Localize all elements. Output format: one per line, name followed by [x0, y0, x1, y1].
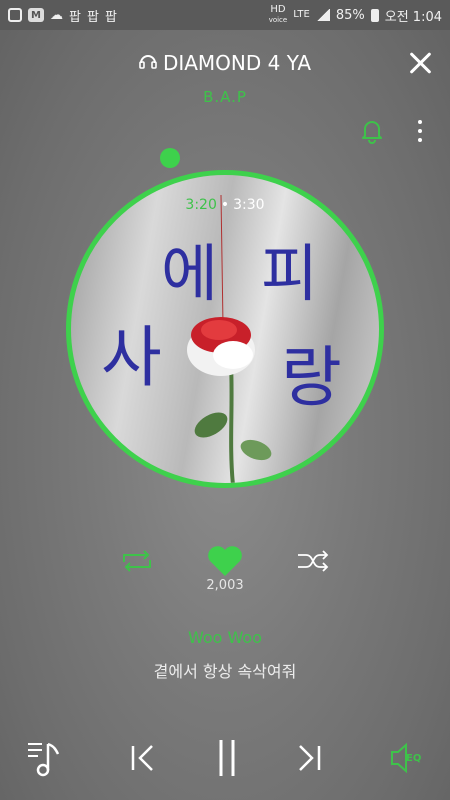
status-bar-right: HD voice LTE 85% 오전 1:04: [269, 5, 442, 25]
equalizer-button[interactable]: EQ: [386, 736, 430, 780]
battery-icon: [370, 8, 379, 22]
album-art[interactable]: 에 피 사 랑: [66, 170, 384, 488]
more-icon-dot: [418, 128, 422, 133]
lyric-next-line[interactable]: 곁에서 항상 속삭여줘: [0, 658, 450, 682]
close-button[interactable]: [404, 47, 436, 79]
ring-notification-icon: [8, 8, 22, 22]
app-icon-2: 팝: [86, 9, 99, 25]
more-options-button[interactable]: [412, 118, 428, 144]
bell-icon: [362, 121, 382, 144]
hd-voice-indicator: HD voice: [269, 5, 288, 25]
playlist-icon: [28, 742, 60, 777]
shuffle-icon: [298, 550, 329, 572]
like-button[interactable]: [206, 544, 244, 578]
lte-label: LTE: [293, 9, 310, 20]
more-icon-dot: [418, 137, 422, 142]
pause-icon: [219, 740, 235, 776]
melon-app-icon: M: [28, 8, 44, 22]
voice-label: voice: [268, 16, 288, 24]
rose-illustration: [187, 317, 272, 483]
signal-icon: [315, 9, 330, 21]
secondary-controls: [0, 544, 450, 580]
current-time: 3:20: [185, 197, 217, 213]
artist-name[interactable]: B.A.P: [0, 88, 450, 106]
header: DIAMOND 4 YA: [0, 45, 450, 81]
art-text-2: 피: [261, 237, 318, 310]
playback-controls: EQ: [0, 736, 450, 780]
notification-button[interactable]: [360, 118, 384, 144]
battery-percent: 85%: [335, 7, 365, 23]
status-bar-left: M ☁ 팝 팝 팝: [8, 6, 117, 25]
art-text-1: 에: [161, 237, 218, 310]
previous-button[interactable]: [126, 736, 160, 780]
weather-icon: ☁: [50, 7, 63, 23]
like-count: 2,003: [206, 578, 244, 593]
status-bar: M ☁ 팝 팝 팝 HD voice LTE 85% 오전 1:04: [0, 0, 450, 30]
eq-label: EQ: [406, 753, 422, 764]
previous-icon: [131, 745, 153, 771]
art-text-3: 사: [101, 319, 162, 396]
song-title: DIAMOND 4 YA: [162, 51, 312, 75]
lyric-current-line[interactable]: Woo Woo: [0, 628, 450, 647]
repeat-button[interactable]: [120, 548, 154, 574]
album-art-image: 에 피 사 랑: [101, 194, 342, 483]
playlist-button[interactable]: [22, 736, 66, 780]
clock: 오전 1:04: [384, 9, 442, 25]
hd-label: HD: [270, 4, 286, 15]
headphone-icon: [139, 52, 157, 75]
progress-knob[interactable]: [160, 148, 180, 168]
heart-icon: [208, 546, 242, 576]
art-text-4: 랑: [281, 339, 342, 416]
pause-button[interactable]: [210, 736, 244, 780]
next-button[interactable]: [292, 736, 326, 780]
repeat-icon: [123, 550, 151, 572]
more-icon-dot: [418, 120, 422, 125]
total-time: 3:30: [233, 197, 265, 213]
app-icon-3: 팝: [104, 9, 117, 25]
app-icon-1: 팝: [69, 9, 81, 25]
time-display: 3:20 • 3:30: [0, 197, 450, 213]
shuffle-button[interactable]: [296, 548, 330, 574]
time-separator: •: [220, 197, 230, 213]
song-title-row: DIAMOND 4 YA: [0, 51, 450, 75]
next-icon: [299, 745, 321, 771]
